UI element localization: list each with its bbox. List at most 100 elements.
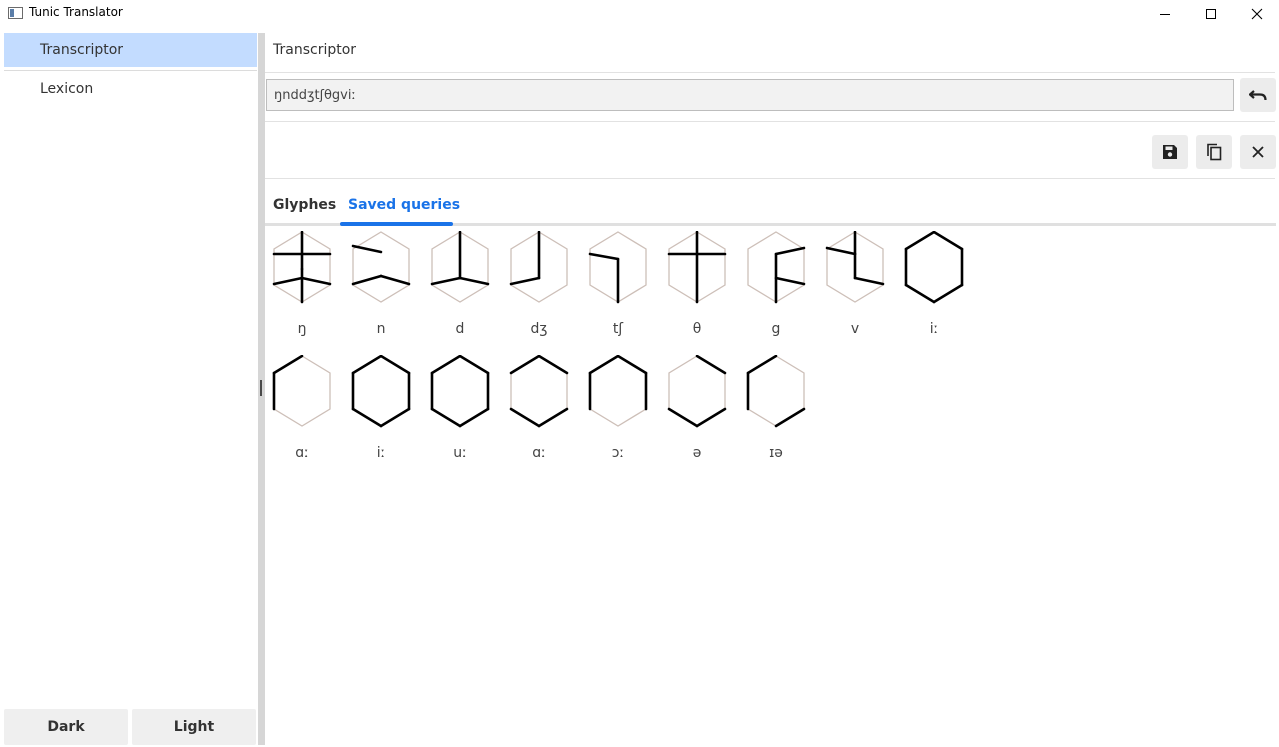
- maximize-button[interactable]: [1188, 0, 1234, 27]
- glyph-label: ɑː: [532, 445, 546, 461]
- glyph-consonant-stroke: [825, 246, 857, 256]
- glyph-consonant-stroke: [351, 274, 383, 286]
- glyph-hexagon-icon: [667, 355, 727, 428]
- glyph-item[interactable]: ə: [660, 353, 739, 477]
- glyph-vowel-stroke: [272, 355, 304, 375]
- glyph-hexagon-icon: [588, 231, 647, 304]
- glyph-vowel-stroke: [351, 407, 383, 428]
- glyph-consonant-stroke: [774, 246, 806, 256]
- glyph-consonant-stroke: [509, 276, 541, 286]
- glyph-item[interactable]: ɑː: [265, 353, 344, 477]
- title-bar: Tunic Translator: [0, 0, 1279, 27]
- glyph-outline: [352, 231, 410, 303]
- glyph-label: iː: [929, 321, 939, 337]
- glyph-hexagon-icon: [509, 355, 569, 428]
- glyph-vowel-stroke: [430, 407, 462, 428]
- sidebar-divider: [4, 70, 257, 71]
- glyph-item[interactable]: n: [344, 229, 423, 353]
- minimize-button[interactable]: [1142, 0, 1188, 27]
- glyph-item[interactable]: ŋ: [265, 229, 344, 353]
- undo-button[interactable]: [1240, 78, 1276, 112]
- glyph-item[interactable]: ɑː: [502, 353, 581, 477]
- window-close-button[interactable]: [1234, 0, 1279, 27]
- glyph-label: ɑː: [295, 445, 309, 461]
- copy-icon: [1207, 143, 1222, 161]
- maximize-icon: [1206, 8, 1216, 19]
- glyph-vowel-stroke: [351, 355, 383, 375]
- splitter-grip-icon[interactable]: [260, 380, 262, 396]
- active-tab-indicator: [340, 222, 453, 226]
- sidebar-item-transcriptor[interactable]: Transcriptor: [4, 33, 257, 67]
- glyph-label: θ: [692, 321, 702, 337]
- glyph-vowel-stroke: [616, 355, 648, 375]
- glyph-label: v: [850, 321, 860, 337]
- glyph-vowel-stroke: [537, 355, 569, 375]
- glyph-vowel-stroke: [588, 355, 620, 375]
- glyph-vowel-stroke: [458, 407, 490, 428]
- glyph-item[interactable]: g: [739, 229, 818, 353]
- glyph-consonant-stroke: [272, 276, 304, 286]
- glyph-label: ɔː: [611, 445, 625, 461]
- glyph-vowel-stroke: [904, 283, 936, 304]
- glyph-hexagon-icon: [272, 355, 331, 427]
- window-title: Tunic Translator: [29, 5, 123, 19]
- glyph-item[interactable]: iː: [344, 353, 423, 477]
- save-icon: [1163, 145, 1177, 159]
- query-input[interactable]: [266, 79, 1234, 111]
- clear-button[interactable]: [1240, 135, 1276, 169]
- glyph-item[interactable]: ɪə: [739, 353, 818, 477]
- light-theme-button[interactable]: Light: [132, 709, 256, 745]
- glyph-hexagon-icon: [588, 355, 648, 427]
- save-button[interactable]: [1152, 135, 1188, 169]
- glyph-label: d: [455, 321, 465, 337]
- glyph-vowel-stroke: [746, 355, 778, 375]
- glyph-label: n: [376, 321, 386, 337]
- glyph-hexagon-icon: [825, 231, 885, 303]
- glyph-item[interactable]: iː: [897, 229, 976, 353]
- dark-theme-button[interactable]: Dark: [4, 709, 128, 745]
- glyph-hexagon-icon: [272, 231, 332, 304]
- app-icon: [8, 7, 23, 19]
- glyph-hexagon-icon: [904, 231, 964, 304]
- glyph-hexagon-icon: [351, 231, 411, 303]
- page-title: Transcriptor: [273, 42, 357, 58]
- glyph-hexagon-icon: [509, 231, 568, 303]
- glyph-item[interactable]: ɔː: [581, 353, 660, 477]
- close-icon: [1251, 8, 1263, 19]
- glyph-consonant-stroke: [458, 276, 490, 286]
- glyph-vowel-stroke: [458, 355, 490, 375]
- glyph-item[interactable]: v: [818, 229, 897, 353]
- glyph-grid: ŋ n d dʒ tʃ θ g v iː ɑː iː uː ɑː ɔː ə ɪə: [265, 229, 1276, 489]
- glyph-vowel-stroke: [667, 407, 699, 428]
- glyph-hexagon-icon: [430, 231, 490, 303]
- glyph-label: tʃ: [612, 321, 624, 337]
- tab-glyphes[interactable]: Glyphes: [273, 197, 336, 213]
- tab-saved-queries[interactable]: Saved queries: [348, 197, 460, 213]
- glyph-vowel-stroke: [904, 231, 936, 251]
- glyph-item[interactable]: uː: [423, 353, 502, 477]
- glyph-item[interactable]: θ: [660, 229, 739, 353]
- glyph-consonant-stroke: [300, 276, 332, 286]
- glyph-label: iː: [376, 445, 386, 461]
- glyph-vowel-stroke: [509, 407, 541, 428]
- glyph-vowel-stroke: [379, 355, 411, 375]
- glyph-hexagon-icon: [430, 355, 490, 428]
- undo-icon: [1249, 90, 1267, 101]
- glyph-consonant-stroke: [588, 252, 620, 261]
- tab-bar: Glyphes Saved queries: [265, 190, 1276, 226]
- glyph-item[interactable]: dʒ: [502, 229, 581, 353]
- glyph-label: ŋ: [297, 321, 307, 337]
- glyph-consonant-stroke: [853, 276, 885, 286]
- glyph-hexagon-icon: [667, 231, 727, 304]
- main-panel: Transcriptor Glyphes Saved queries ŋ n d dʒ…: [265, 27, 1279, 747]
- glyph-vowel-stroke: [774, 407, 806, 428]
- glyph-vowel-stroke: [695, 407, 727, 428]
- sidebar-item-lexicon[interactable]: Lexicon: [4, 72, 257, 106]
- divider: [265, 121, 1275, 122]
- glyph-item[interactable]: tʃ: [581, 229, 660, 353]
- glyph-label: uː: [453, 445, 467, 461]
- glyph-hexagon-icon: [747, 231, 806, 304]
- copy-button[interactable]: [1196, 135, 1232, 169]
- glyph-item[interactable]: d: [423, 229, 502, 353]
- glyph-label: dʒ: [530, 321, 548, 337]
